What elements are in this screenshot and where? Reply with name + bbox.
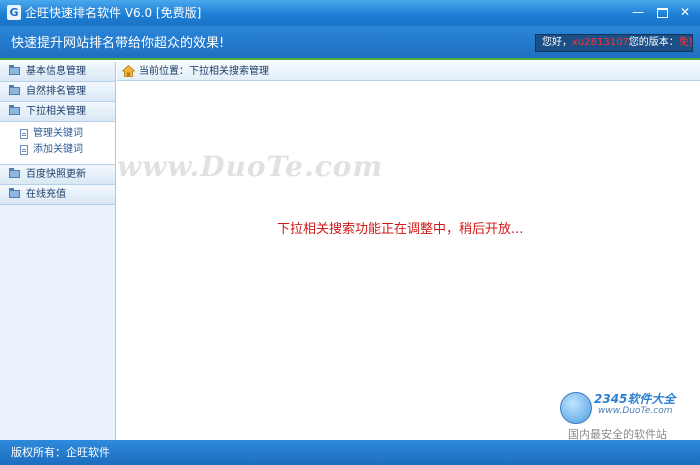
greeting-label: 您好， (542, 37, 572, 48)
sidebar-subitem-label: 添加关键词 (33, 144, 83, 155)
copyright-text: 版权所有：企旺软件 (11, 446, 110, 459)
folder-icon (9, 105, 20, 115)
app-icon: G (7, 5, 21, 20)
maintenance-notice: 下拉相关搜索功能正在调整中，稍后开放... (277, 222, 524, 237)
watermark-brand: 2345软件大全 (594, 392, 676, 406)
maximize-button[interactable] (654, 5, 670, 19)
breadcrumb-text: 当前位置：下拉相关搜索管理 (139, 66, 269, 77)
header-banner: 快速提升网站排名带给你超众的效果! 您好，xu2813107您的版本：免费版 (0, 26, 700, 60)
sidebar-item-label: 百度快照更新 (26, 169, 86, 180)
sidebar-item-label: 在线充值 (26, 189, 66, 200)
sidebar-item-label: 基本信息管理 (26, 66, 86, 77)
status-bar: 版权所有：企旺软件 (0, 440, 700, 465)
watermark-site: www.DuoTe.com (598, 406, 673, 416)
close-button[interactable]: ✕ (677, 5, 693, 19)
sidebar-subitem-label: 管理关键词 (33, 128, 83, 139)
watermark-url: www.DuoTe.com (117, 150, 384, 183)
sidebar-item-basic-info[interactable]: 基本信息管理 (0, 62, 115, 82)
sidebar-item-dropdown-related[interactable]: 下拉相关管理 (0, 102, 115, 122)
sidebar-submenu: 管理关键词 添加关键词 (0, 122, 115, 165)
main-content: 当前位置：下拉相关搜索管理 下拉相关搜索功能正在调整中，稍后开放... (117, 62, 700, 440)
folder-icon (9, 65, 20, 75)
username: xu2813107 (572, 37, 629, 48)
version-label: 您的版本： (628, 37, 679, 48)
sidebar-item-baidu-snapshot[interactable]: 百度快照更新 (0, 165, 115, 185)
folder-icon (9, 168, 20, 178)
sidebar: 基本信息管理 自然排名管理 下拉相关管理 管理关键词 添加关键词 百度快照更新 … (0, 62, 116, 440)
folder-icon (9, 188, 20, 198)
home-icon (122, 65, 135, 77)
sidebar-subitem-manage-keywords[interactable]: 管理关键词 (0, 126, 115, 142)
sidebar-subitem-add-keywords[interactable]: 添加关键词 (0, 142, 115, 158)
folder-icon (9, 85, 20, 95)
title-bar: G 企旺快速排名软件 V6.0 [免费版] — ✕ (0, 0, 700, 26)
maximize-icon (656, 8, 668, 18)
sidebar-item-label: 自然排名管理 (26, 86, 86, 97)
version-value[interactable]: 免费版 (679, 37, 692, 48)
mascot-logo-icon (560, 392, 592, 424)
document-icon (20, 129, 28, 139)
user-info-box: 您好，xu2813107您的版本：免费版 (535, 34, 693, 52)
window-title: 企旺快速排名软件 V6.0 [免费版] (25, 6, 202, 20)
slogan: 快速提升网站排名带给你超众的效果! (11, 36, 225, 51)
sidebar-item-natural-ranking[interactable]: 自然排名管理 (0, 82, 115, 102)
document-icon (20, 145, 28, 155)
breadcrumb: 当前位置：下拉相关搜索管理 (117, 62, 700, 81)
sidebar-item-online-recharge[interactable]: 在线充值 (0, 185, 115, 205)
minimize-button[interactable]: — (630, 5, 646, 19)
watermark-2345: 2345软件大全 www.DuoTe.com 国内最安全的软件站 (558, 388, 698, 443)
sidebar-item-label: 下拉相关管理 (26, 106, 86, 117)
